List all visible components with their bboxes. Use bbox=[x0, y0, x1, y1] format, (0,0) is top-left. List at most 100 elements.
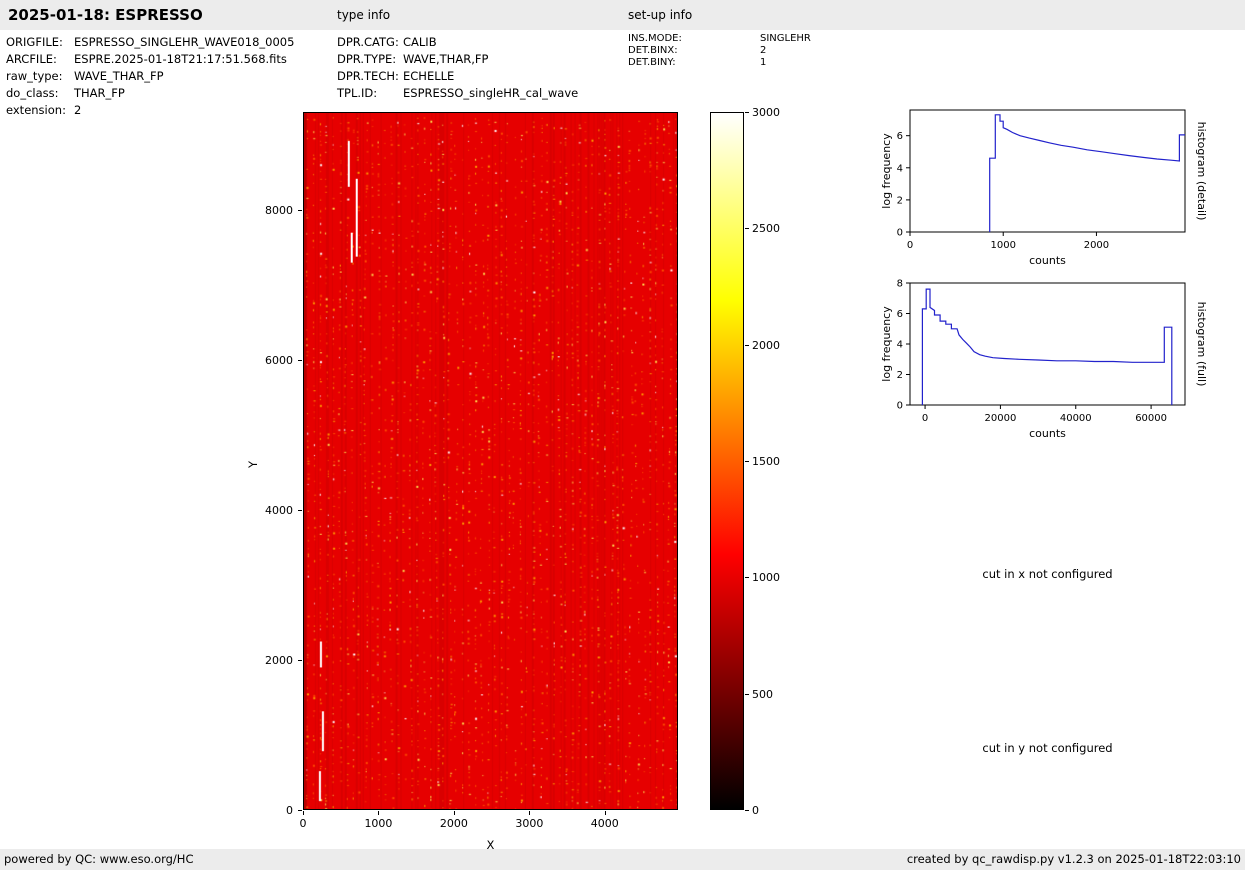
setup-info-row: DET.BINX:2 bbox=[628, 45, 811, 57]
hist-x-axis-title: counts bbox=[1029, 254, 1066, 267]
type-info-heading: type info bbox=[337, 0, 390, 30]
hist-y-axis-title: log frequency bbox=[880, 133, 893, 209]
y-tickmark bbox=[298, 810, 302, 811]
footer-created-by: created by qc_rawdisp.py v1.2.3 on 2025-… bbox=[907, 849, 1241, 870]
colorbar-tickmark bbox=[745, 228, 749, 229]
hist-y-tick-label: 0 bbox=[897, 401, 903, 412]
colorbar-tickmark bbox=[745, 112, 749, 113]
y-tickmark bbox=[298, 210, 302, 211]
hist-x-tick-label: 0 bbox=[922, 413, 928, 424]
setup-info-heading: set-up info bbox=[628, 0, 692, 30]
dpr-type-value: WAVE,THAR,FP bbox=[403, 51, 488, 68]
x-tickmark bbox=[529, 811, 530, 815]
histogram-detail-chart: 0100020000246countslog frequencyhistogra… bbox=[880, 98, 1210, 283]
y-tick-label: 4000 bbox=[255, 504, 293, 517]
colorbar-tick-label: 0 bbox=[752, 804, 759, 817]
x-tick-label: 4000 bbox=[585, 817, 625, 830]
dpr-catg-value: CALIB bbox=[403, 34, 437, 51]
file-info-row: raw_type:WAVE_THAR_FP bbox=[6, 68, 294, 85]
hist-x-tick-label: 1000 bbox=[990, 240, 1015, 251]
x-tick-label: 3000 bbox=[509, 817, 549, 830]
file-info-block: ORIGFILE:ESPRESSO_SINGLEHR_WAVE018_0005 … bbox=[6, 34, 294, 119]
x-tick-label: 0 bbox=[283, 817, 323, 830]
origfile-value: ESPRESSO_SINGLEHR_WAVE018_0005 bbox=[74, 34, 294, 51]
hist-y-tick-label: 0 bbox=[897, 228, 903, 239]
x-tickmark bbox=[605, 811, 606, 815]
y-axis-title: Y bbox=[246, 452, 260, 468]
x-tick-label: 2000 bbox=[434, 817, 474, 830]
colorbar-tick-label: 1500 bbox=[752, 455, 780, 468]
dpr-catg-label: DPR.CATG: bbox=[337, 34, 403, 51]
colorbar-tick-label: 1000 bbox=[752, 571, 780, 584]
raw-detector-image-plot bbox=[303, 112, 678, 810]
extension-value: 2 bbox=[74, 102, 81, 119]
hist-x-axis-title: counts bbox=[1029, 427, 1066, 440]
dpr-tech-value: ECHELLE bbox=[403, 68, 454, 85]
hist-x-tick-label: 0 bbox=[907, 240, 913, 251]
tpl-id-label: TPL.ID: bbox=[337, 85, 403, 102]
origfile-label: ORIGFILE: bbox=[6, 34, 74, 51]
colorbar-tick-label: 500 bbox=[752, 688, 773, 701]
colorbar-tickmark bbox=[745, 461, 749, 462]
hist-frame bbox=[910, 283, 1185, 405]
y-tick-label: 2000 bbox=[255, 654, 293, 667]
x-tickmark bbox=[378, 811, 379, 815]
setup-info-block: INS.MODE:SINGLEHR DET.BINX:2 DET.BINY:1 bbox=[628, 33, 811, 69]
y-tick-label: 6000 bbox=[255, 354, 293, 367]
colorbar-tickmark bbox=[745, 810, 749, 811]
colorbar-tick-label: 2500 bbox=[752, 222, 780, 235]
setup-info-row: INS.MODE:SINGLEHR bbox=[628, 33, 811, 45]
hist-x-tick-label: 20000 bbox=[985, 413, 1017, 424]
x-tickmark bbox=[303, 811, 304, 815]
ins-mode-label: INS.MODE: bbox=[628, 33, 760, 45]
colorbar-tickmark bbox=[745, 577, 749, 578]
raw-detector-image bbox=[304, 113, 677, 809]
histogram-full-chart: 020000400006000002468countslog frequency… bbox=[880, 271, 1210, 456]
y-tickmark bbox=[298, 660, 302, 661]
hist-right-title: histogram (full) bbox=[1195, 302, 1208, 387]
hist-y-tick-label: 2 bbox=[897, 195, 903, 206]
type-info-row: DPR.TECH:ECHELLE bbox=[337, 68, 578, 85]
colorbar-tick-label: 2000 bbox=[752, 339, 780, 352]
colorbar-tickmark bbox=[745, 345, 749, 346]
rawtype-value: WAVE_THAR_FP bbox=[74, 68, 164, 85]
dpr-tech-label: DPR.TECH: bbox=[337, 68, 403, 85]
type-info-row: DPR.TYPE:WAVE,THAR,FP bbox=[337, 51, 578, 68]
colorbar-tickmark bbox=[745, 694, 749, 695]
hist-y-tick-label: 2 bbox=[897, 370, 903, 381]
x-tick-label: 1000 bbox=[358, 817, 398, 830]
y-tick-label: 8000 bbox=[255, 204, 293, 217]
hist-y-tick-label: 6 bbox=[897, 131, 903, 142]
hist-y-tick-label: 4 bbox=[897, 163, 903, 174]
tpl-id-value: ESPRESSO_singleHR_cal_wave bbox=[403, 85, 578, 102]
setup-info-row: DET.BINY:1 bbox=[628, 57, 811, 69]
det-binx-value: 2 bbox=[760, 45, 766, 57]
file-info-row: extension:2 bbox=[6, 102, 294, 119]
type-info-row: DPR.CATG:CALIB bbox=[337, 34, 578, 51]
hist-y-tick-label: 6 bbox=[897, 309, 903, 320]
hist-x-tick-label: 60000 bbox=[1135, 413, 1167, 424]
det-binx-label: DET.BINX: bbox=[628, 45, 760, 57]
hist-frame bbox=[910, 110, 1185, 232]
hist-y-tick-label: 4 bbox=[897, 340, 903, 351]
arcfile-label: ARCFILE: bbox=[6, 51, 74, 68]
y-tick-label: 0 bbox=[255, 804, 293, 817]
file-info-row: do_class:THAR_FP bbox=[6, 85, 294, 102]
ins-mode-value: SINGLEHR bbox=[760, 33, 811, 45]
doclass-label: do_class: bbox=[6, 85, 74, 102]
det-biny-value: 1 bbox=[760, 57, 766, 69]
file-info-row: ORIGFILE:ESPRESSO_SINGLEHR_WAVE018_0005 bbox=[6, 34, 294, 51]
hist-x-tick-label: 2000 bbox=[1084, 240, 1109, 251]
doclass-value: THAR_FP bbox=[74, 85, 125, 102]
y-tickmark bbox=[298, 510, 302, 511]
page-title: 2025-01-18: ESPRESSO bbox=[8, 0, 203, 30]
footer-powered-by: powered by QC: www.eso.org/HC bbox=[4, 852, 193, 866]
hist-x-tick-label: 40000 bbox=[1060, 413, 1092, 424]
header-bar: 2025-01-18: ESPRESSO type info set-up in… bbox=[0, 0, 1245, 30]
extension-label: extension: bbox=[6, 102, 74, 119]
det-biny-label: DET.BINY: bbox=[628, 57, 760, 69]
type-info-row: TPL.ID:ESPRESSO_singleHR_cal_wave bbox=[337, 85, 578, 102]
y-tickmark bbox=[298, 360, 302, 361]
hist-y-axis-title: log frequency bbox=[880, 306, 893, 382]
colorbar-tick-label: 3000 bbox=[752, 106, 780, 119]
